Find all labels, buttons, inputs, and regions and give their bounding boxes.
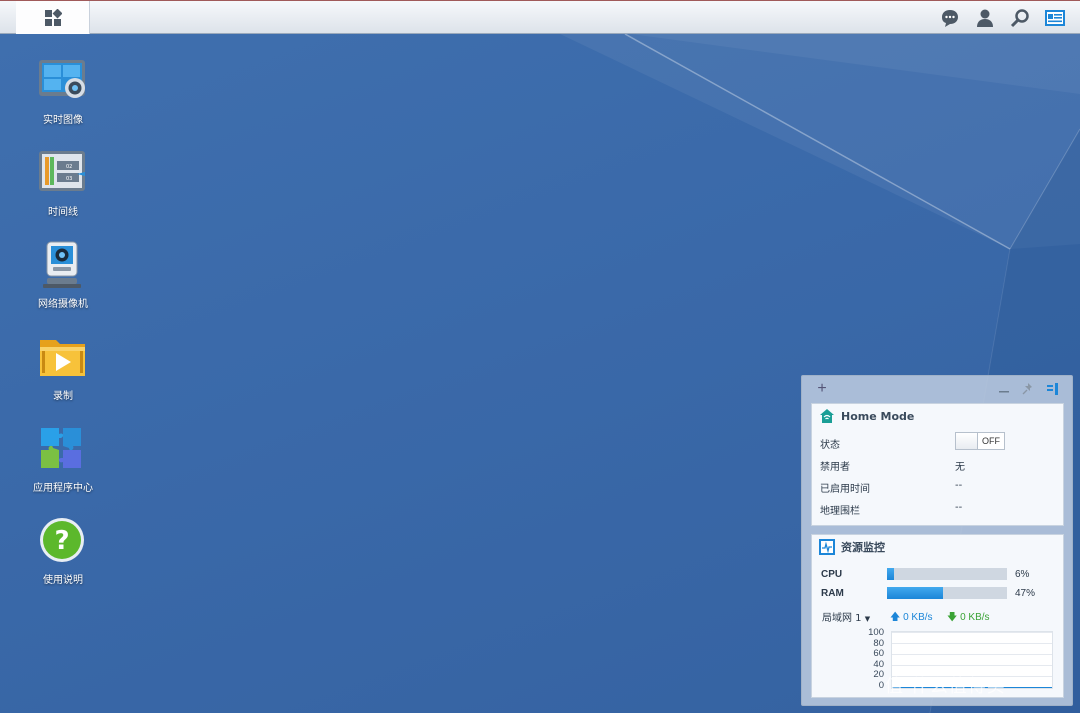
add-widget-button[interactable]: + [813,380,831,398]
desktop-shortcut-timeline[interactable]: 02 03 时间线 [13,148,113,218]
graph-tick: 100 [868,627,884,638]
lan-select-label: 局域网 1 [822,613,862,624]
svg-text:02: 02 [66,164,72,170]
ram-usage-fill [887,587,944,599]
status-label: 状态 [820,440,840,451]
svg-text:03: 03 [66,176,72,182]
desktop-shortcut-recording[interactable]: 录制 [13,332,113,402]
upload-speed-value: 0 KB/s [903,612,933,623]
upload-arrow-icon: 🡅 [890,612,901,623]
home-mode-title: Home Mode [812,404,1063,428]
home-mode-widget: Home Mode 状态 OFF 禁用者 无 已启用时间 -- 地理围栏 -- [811,403,1064,526]
download-speed: 🡇 0 KB/s [947,610,990,627]
graph-tick: 0 [878,679,884,691]
search-button[interactable] [1006,4,1034,32]
graph-tick: 40 [873,658,884,670]
user-icon [977,9,993,27]
toggle-knob [956,433,978,449]
desktop-shortcut-label: 时间线 [48,207,78,218]
download-speed-value: 0 KB/s [960,612,990,623]
taskbar [0,0,1080,34]
minimize-icon [999,391,1009,393]
ram-label: RAM [821,588,844,599]
enabled-time-label: 已启用时间 [820,484,870,495]
widget-panel-header: + [802,376,1072,402]
pin-icon [1022,383,1032,395]
pin-button[interactable] [1019,380,1037,398]
cpu-usage-fill [887,568,895,580]
recording-folder-icon [40,340,85,376]
desktop-shortcut-live-view[interactable]: 实时图像 [13,56,113,126]
live-view-icon [39,60,85,98]
graph-tick: 80 [873,637,884,649]
enabled-time-value: -- [955,480,963,491]
geofence-label: 地理围栏 [820,506,860,517]
user-button[interactable] [971,4,999,32]
main-menu-button[interactable] [16,1,90,34]
download-arrow-icon: 🡇 [947,612,958,623]
ram-usage-bar [887,587,1007,599]
grid-icon [44,8,62,26]
chevron-down-icon: ▼ [864,615,871,623]
desktop-shortcut-label: 网络摄像机 [38,299,88,310]
ram-percent: 47% [1015,588,1036,599]
desktop-shortcut-label: 应用程序中心 [33,483,93,494]
desktop-shortcut-label: 使用说明 [43,575,83,586]
desktop-shortcut-help[interactable]: ? 使用说明 [13,516,113,586]
resource-monitor-title: 资源监控 [812,535,1063,559]
desktop-shortcut-label: 录制 [53,391,73,402]
help-icon: ? [40,518,84,562]
chat-button[interactable] [936,4,964,32]
graph-tick: 20 [873,669,884,680]
resource-monitor-title-text: 资源监控 [841,541,885,554]
upload-speed: 🡅 0 KB/s [890,610,933,627]
cpu-usage-bar [887,568,1007,580]
desktop-shortcut-label: 实时图像 [43,115,83,126]
widgets-icon [1045,10,1065,26]
minimize-button[interactable] [995,380,1013,398]
graph-tick: 60 [873,648,884,659]
cpu-label: CPU [821,569,843,580]
desktop-shortcut-ip-camera[interactable]: 网络摄像机 [13,240,113,310]
home-mode-toggle[interactable]: OFF [955,432,1005,450]
collapse-panel-button[interactable] [1044,380,1062,398]
watermark: 值 什么值得买 [885,676,1006,697]
home-mode-title-text: Home Mode [841,409,915,423]
lan-select[interactable]: 局域网 1 ▼ [822,609,870,624]
geofence-value: -- [955,502,963,513]
home-mode-icon [820,409,834,423]
disabled-by-value: 无 [955,462,965,473]
resource-monitor-icon [819,539,835,555]
chat-icon [942,10,958,27]
widget-panel: + Home Mode 状态 OFF 禁用者 无 已启用时间 -- 地理围栏 -… [801,375,1073,706]
svg-text:?: ? [54,526,69,556]
ip-camera-icon [43,241,81,288]
panel-collapse-icon [1047,383,1058,395]
desktop-shortcut-package-center[interactable]: 应用程序中心 [13,424,113,494]
puzzle-icon [41,428,81,468]
timeline-icon: 02 03 [39,151,85,191]
toggle-state: OFF [982,436,1000,446]
cpu-percent: 6% [1015,569,1030,580]
widgets-button[interactable] [1041,4,1069,32]
disabled-by-label: 禁用者 [820,462,850,473]
search-icon [1010,9,1029,28]
